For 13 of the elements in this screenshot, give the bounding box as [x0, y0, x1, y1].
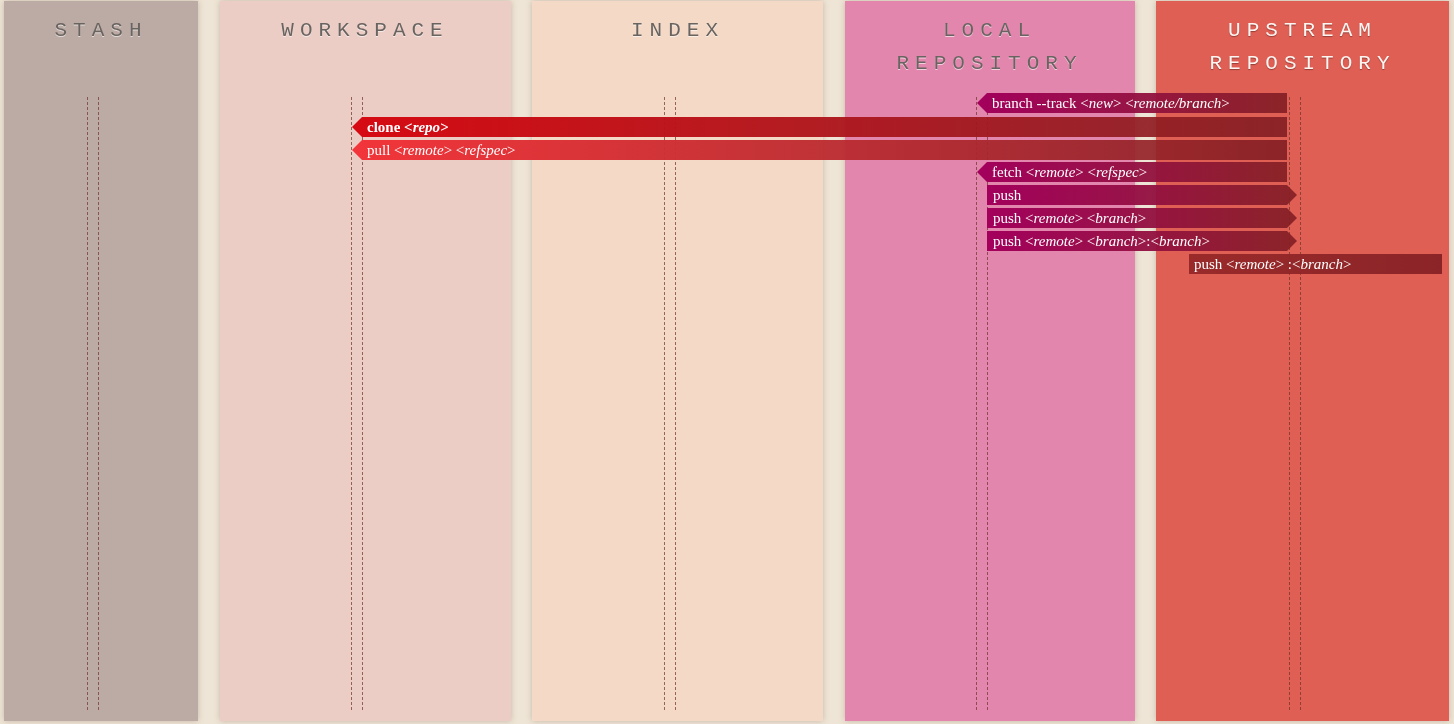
column-title: STASH	[54, 18, 148, 44]
left-arrow-bar: fetch <remote> <refspec>	[977, 162, 1287, 182]
left-arrow-bar: pull <remote> <refspec>	[352, 140, 1287, 160]
column-title: WORKSPACE	[281, 18, 449, 44]
column-title: UPSTREAM REPOSITORY	[1208, 18, 1397, 77]
left-arrow-bar: clone <repo>	[352, 117, 1287, 137]
column-title: INDEX	[631, 18, 724, 44]
right-arrow-bar: push <remote> <branch>	[987, 208, 1297, 228]
command-bar: push <remote> :<branch>	[1189, 254, 1442, 274]
column-title: LOCAL REPOSITORY	[895, 18, 1084, 77]
left-arrow-bar: branch --track <new> <remote/branch>	[977, 93, 1287, 113]
right-arrow-bar: push <remote> <branch>:<branch>	[987, 231, 1297, 251]
right-arrow-bar: push	[987, 185, 1297, 205]
